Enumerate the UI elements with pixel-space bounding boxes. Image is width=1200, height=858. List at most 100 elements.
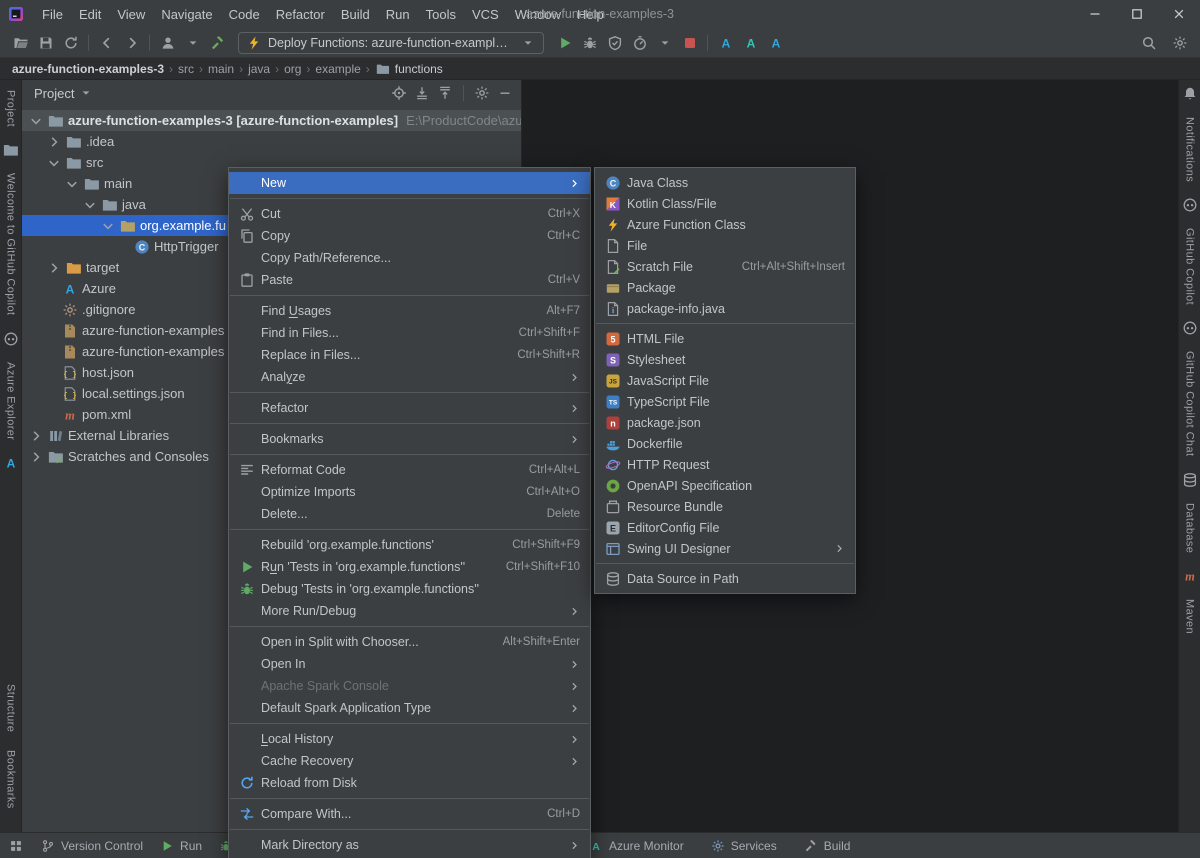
breadcrumb-item-org[interactable]: org <box>282 62 303 76</box>
minimize-button[interactable] <box>1074 0 1116 28</box>
new-submenu-item-kotlin-class-file[interactable]: KKotlin Class/File <box>595 193 855 214</box>
context-menu-item-copy[interactable]: CopyCtrl+C <box>229 225 590 247</box>
menu-build[interactable]: Build <box>333 3 378 26</box>
new-submenu-item-dockerfile[interactable]: Dockerfile <box>595 433 855 454</box>
copilot-icon[interactable] <box>3 331 19 347</box>
forward-button[interactable] <box>119 31 144 55</box>
breadcrumb-item-java[interactable]: java <box>246 62 272 76</box>
tool-window-button-azure-explorer[interactable]: Azure Explorer <box>5 362 17 440</box>
new-submenu-item-editorconfig-file[interactable]: EEditorConfig File <box>595 517 855 538</box>
copilot-icon[interactable] <box>1182 320 1198 336</box>
copilot-icon[interactable] <box>1182 197 1198 213</box>
tool-window-button-notifications[interactable]: Notifications <box>1184 117 1196 182</box>
azure-a-blue-button[interactable]: A <box>763 31 788 55</box>
chevron-right-icon[interactable] <box>46 260 62 276</box>
new-submenu-item-openapi-specification[interactable]: OpenAPI Specification <box>595 475 855 496</box>
context-menu-item-run-tests-in-org-example-functions[interactable]: Run 'Tests in 'org.example.functions''Ct… <box>229 556 590 578</box>
new-submenu-item-typescript-file[interactable]: TSTypeScript File <box>595 391 855 412</box>
minimize-icon[interactable] <box>497 85 513 101</box>
context-menu-item-refactor[interactable]: Refactor <box>229 397 590 419</box>
back-button[interactable] <box>94 31 119 55</box>
gear-icon[interactable] <box>474 85 490 101</box>
breadcrumb-item-src[interactable]: src <box>176 62 196 76</box>
menu-view[interactable]: View <box>109 3 153 26</box>
chevron-down-icon[interactable] <box>64 176 80 192</box>
chevron-right-icon[interactable] <box>28 449 44 465</box>
caret-down-icon[interactable] <box>520 35 536 51</box>
breadcrumb-item-azure-function-examples-3[interactable]: azure-function-examples-3 <box>10 62 166 76</box>
new-submenu-item-swing-ui-designer[interactable]: Swing UI Designer <box>595 538 855 559</box>
new-submenu-item-package-info-java[interactable]: ipackage-info.java <box>595 298 855 319</box>
new-submenu-item-javascript-file[interactable]: JSJavaScript File <box>595 370 855 391</box>
caret-down-button[interactable] <box>180 31 205 55</box>
chevron-down-icon[interactable] <box>46 155 62 171</box>
menu-file[interactable]: File <box>34 3 71 26</box>
coverage-button[interactable] <box>602 31 627 55</box>
context-menu-item-debug-tests-in-org-example-functions[interactable]: Debug 'Tests in 'org.example.functions'' <box>229 578 590 600</box>
context-menu-item-reformat-code[interactable]: Reformat CodeCtrl+Alt+L <box>229 459 590 481</box>
locate-icon[interactable] <box>391 85 407 101</box>
sync-button[interactable] <box>58 31 83 55</box>
context-menu-item-find-usages[interactable]: Find UsagesAlt+F7 <box>229 300 590 322</box>
folder-icon[interactable] <box>3 142 19 158</box>
status-run[interactable]: Run <box>159 838 202 854</box>
chevron-down-icon[interactable] <box>82 197 98 213</box>
menu-edit[interactable]: Edit <box>71 3 109 26</box>
status-azure-monitor[interactable]: AAzure Monitor <box>588 838 684 854</box>
menu-run[interactable]: Run <box>378 3 418 26</box>
run-configuration-combo[interactable]: Deploy Functions: azure-function-example… <box>238 32 544 54</box>
breadcrumb-item-functions[interactable]: functions <box>373 61 445 77</box>
maven-m-icon[interactable]: m <box>1182 568 1198 584</box>
bell-icon[interactable] <box>1182 86 1198 102</box>
expand-all-icon[interactable] <box>414 85 430 101</box>
status-services[interactable]: Services <box>710 838 777 854</box>
menu-refactor[interactable]: Refactor <box>268 3 333 26</box>
hammer-button[interactable] <box>205 31 230 55</box>
search-button[interactable] <box>1136 31 1161 55</box>
context-menu-item-bookmarks[interactable]: Bookmarks <box>229 428 590 450</box>
tool-window-button-maven[interactable]: Maven <box>1184 599 1196 634</box>
new-submenu-item-data-source-in-path[interactable]: Data Source in Path <box>595 568 855 589</box>
tool-window-button-welcome-to-github-copilot[interactable]: Welcome to GitHub Copilot <box>5 173 17 315</box>
chevron-down-icon[interactable] <box>28 113 44 129</box>
azure-a-blue-button[interactable]: A <box>713 31 738 55</box>
chevron-right-icon[interactable] <box>46 134 62 150</box>
context-menu-item-new[interactable]: New <box>229 172 590 194</box>
context-menu-item-reload-from-disk[interactable]: Reload from Disk <box>229 772 590 794</box>
context-menu-item-cache-recovery[interactable]: Cache Recovery <box>229 750 590 772</box>
menu-navigate[interactable]: Navigate <box>153 3 220 26</box>
tool-window-button-github-copilot[interactable]: GitHub Copilot <box>1184 228 1196 305</box>
context-menu-item-compare-with[interactable]: Compare With...Ctrl+D <box>229 803 590 825</box>
context-menu-item-analyze[interactable]: Analyze <box>229 366 590 388</box>
new-submenu-item-package-json[interactable]: npackage.json <box>595 412 855 433</box>
status-version-control[interactable]: Version Control <box>40 838 143 854</box>
breadcrumb-item-example[interactable]: example <box>313 62 362 76</box>
bug-gray-button[interactable] <box>577 31 602 55</box>
context-menu-item-rebuild-org-example-functions[interactable]: Rebuild 'org.example.functions'Ctrl+Shif… <box>229 534 590 556</box>
status-grid[interactable] <box>8 838 24 854</box>
new-submenu-item-resource-bundle[interactable]: Resource Bundle <box>595 496 855 517</box>
database-icon[interactable] <box>1182 472 1198 488</box>
chevron-right-icon[interactable] <box>28 428 44 444</box>
collapse-all-icon[interactable] <box>437 85 453 101</box>
context-menu-item-cut[interactable]: CutCtrl+X <box>229 203 590 225</box>
context-menu-item-paste[interactable]: PasteCtrl+V <box>229 269 590 291</box>
new-submenu-item-package[interactable]: Package <box>595 277 855 298</box>
tree-row-idea[interactable]: .idea <box>22 131 521 152</box>
new-submenu-item-html-file[interactable]: 5HTML File <box>595 328 855 349</box>
tree-row-azure-function-examples-3-azure-function-example[interactable]: azure-function-examples-3 [azure-functio… <box>22 110 521 131</box>
caret-down-button[interactable] <box>652 31 677 55</box>
context-menu-item-open-in[interactable]: Open In <box>229 653 590 675</box>
tool-window-button-structure[interactable]: Structure <box>5 684 17 732</box>
context-menu-item-default-spark-application-type[interactable]: Default Spark Application Type <box>229 697 590 719</box>
open-folder-button[interactable] <box>8 31 33 55</box>
gear-button[interactable] <box>1167 31 1192 55</box>
menu-code[interactable]: Code <box>221 3 268 26</box>
close-button[interactable] <box>1158 0 1200 28</box>
tool-window-button-project[interactable]: Project <box>5 90 17 127</box>
new-submenu-item-scratch-file[interactable]: Scratch FileCtrl+Alt+Shift+Insert <box>595 256 855 277</box>
project-panel-title[interactable]: Project <box>34 86 74 101</box>
new-submenu-item-file[interactable]: File <box>595 235 855 256</box>
context-menu-item-more-run-debug[interactable]: More Run/Debug <box>229 600 590 622</box>
context-menu-item-find-in-files[interactable]: Find in Files...Ctrl+Shift+F <box>229 322 590 344</box>
